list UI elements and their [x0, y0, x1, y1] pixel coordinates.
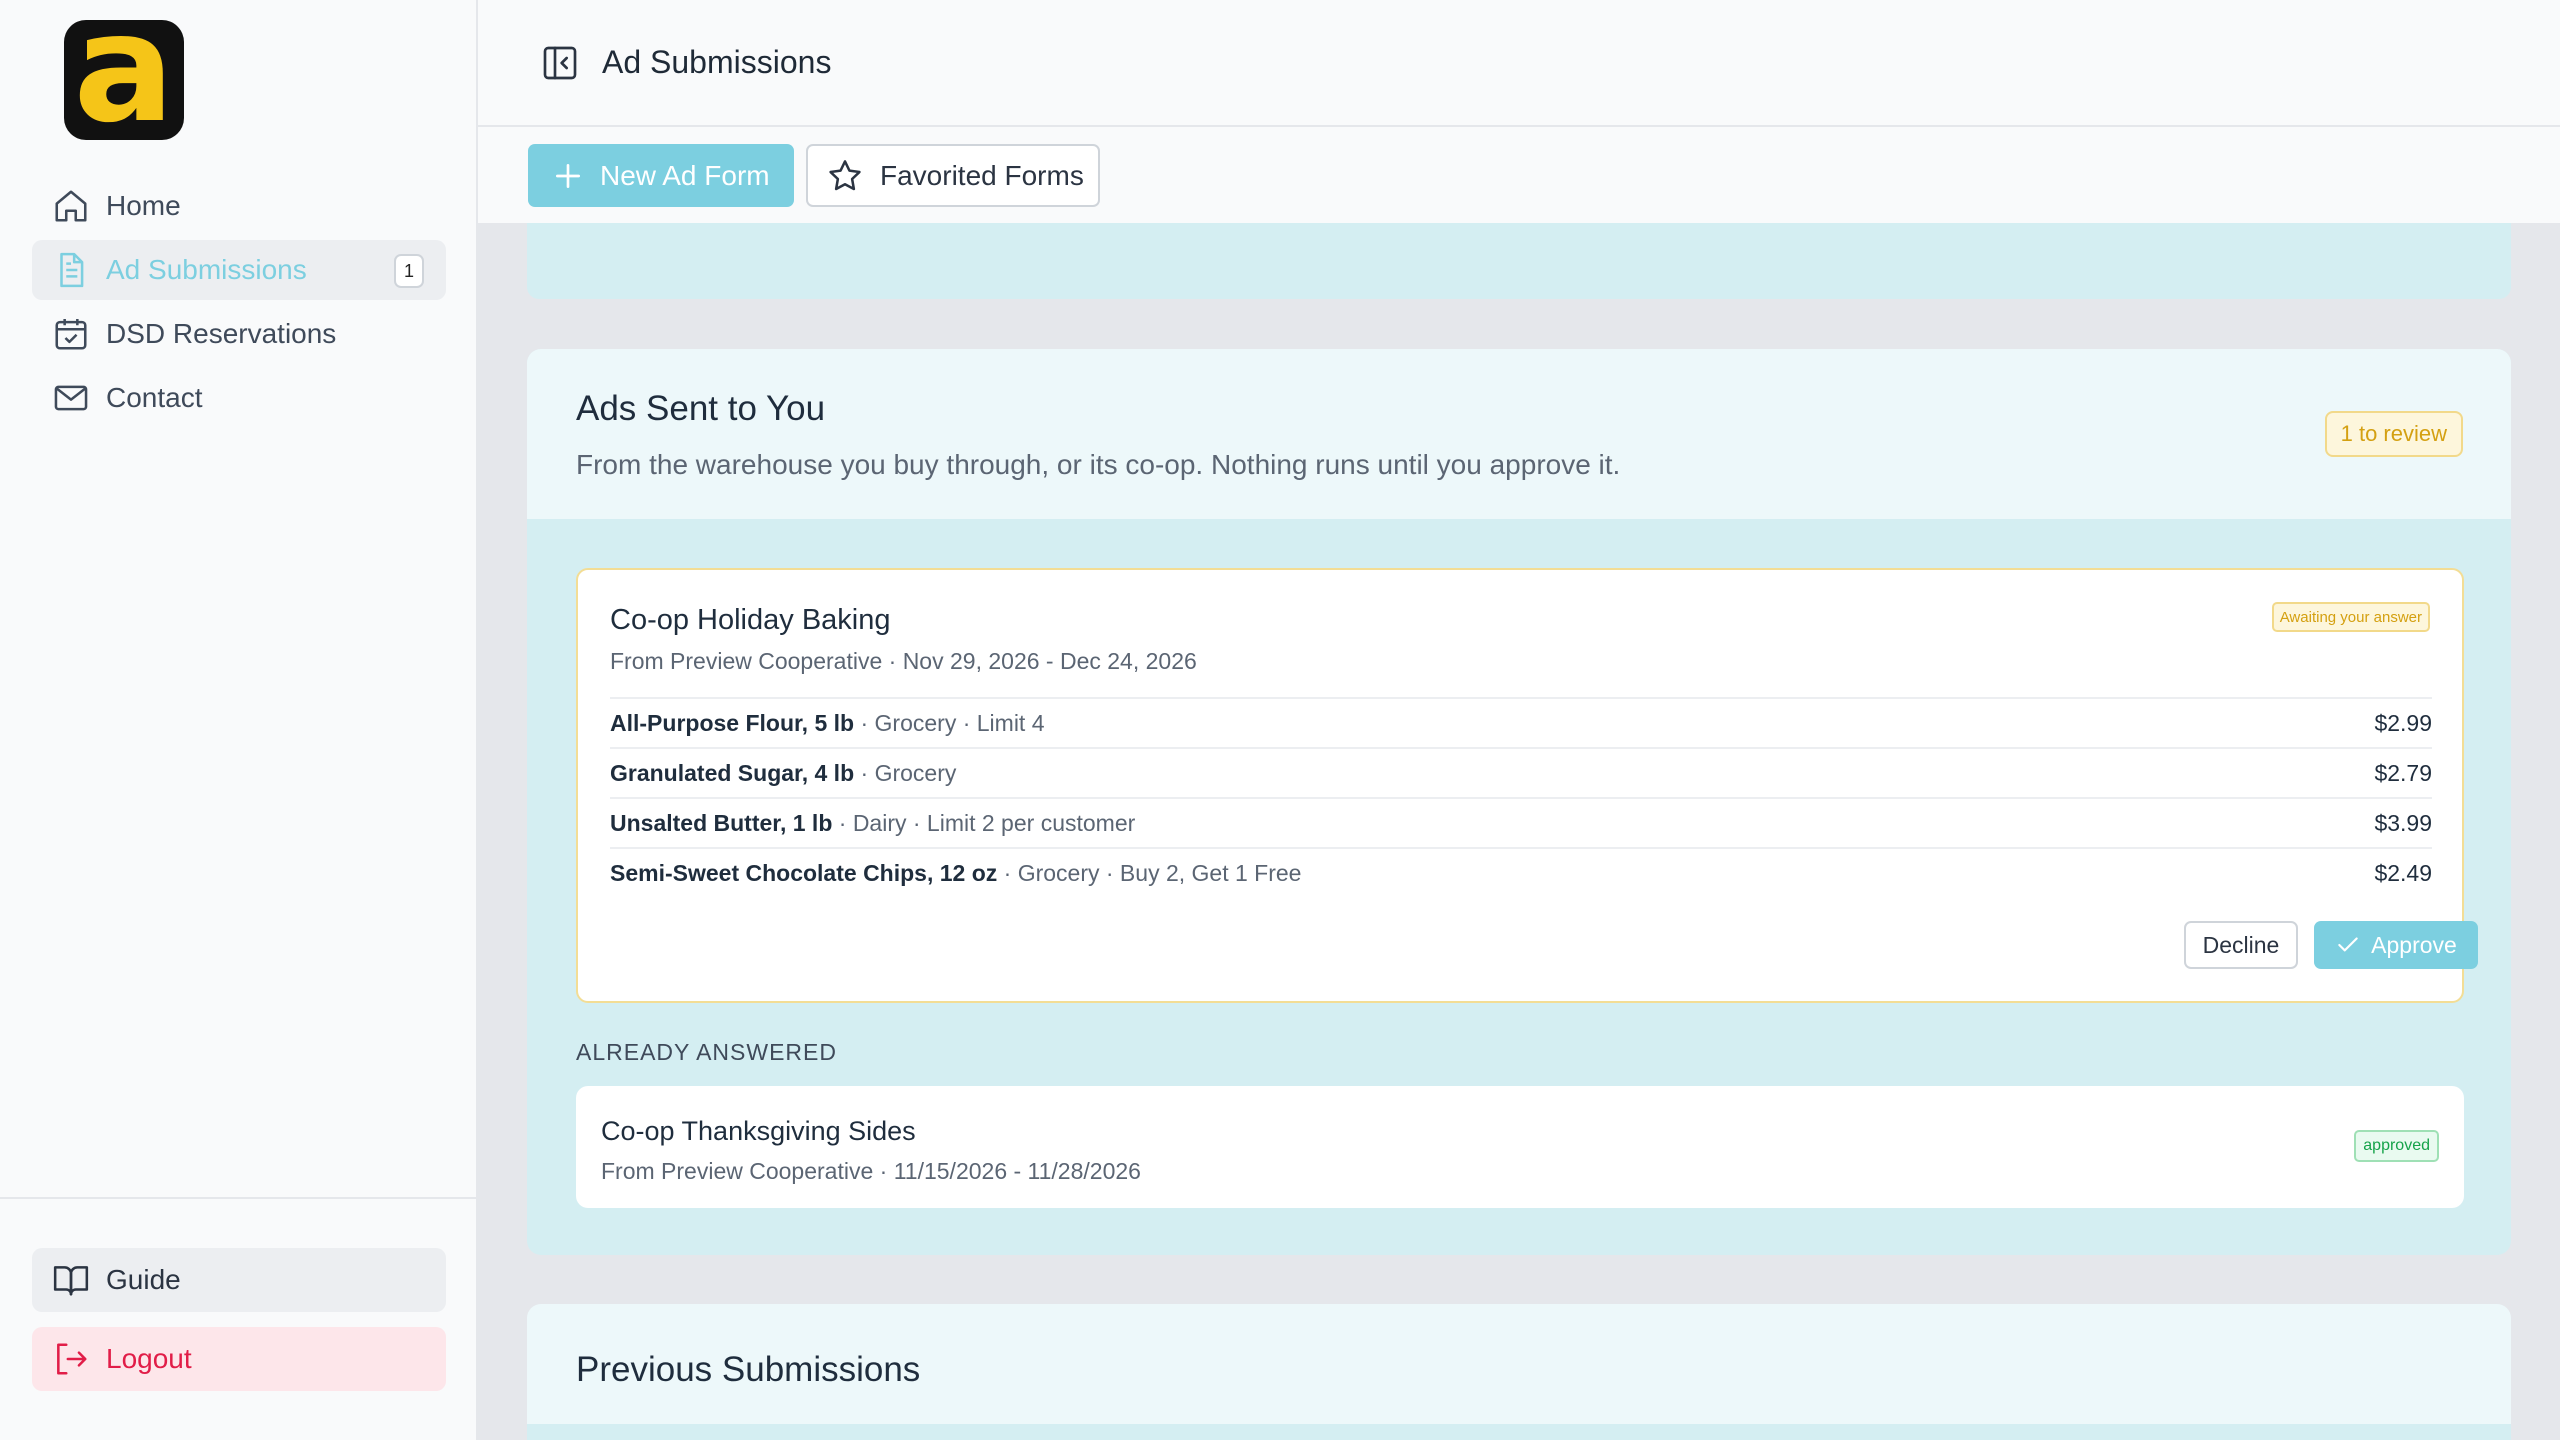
status-badge: approved [2354, 1130, 2439, 1162]
list-item: Unsalted Butter, 1 lb · Dairy · Limit 2 … [610, 797, 2432, 847]
ads-sent-title: Ads Sent to You [576, 389, 826, 428]
ad-subtitle: From Preview Cooperative · 11/15/2026 - … [601, 1158, 1141, 1184]
sidebar-divider [0, 1197, 476, 1199]
status-badge: Awaiting your answer [2271, 602, 2430, 632]
item-price: $2.49 [2374, 859, 2432, 886]
document-icon [52, 251, 90, 289]
item-name: Granulated Sugar, 4 lb [610, 759, 855, 786]
page-title: Ad Submissions [602, 44, 832, 80]
approve-button[interactable]: Approve [2314, 921, 2478, 969]
check-icon [2338, 937, 2358, 952]
favorited-forms-label: Favorited Forms [880, 159, 1084, 191]
guide-label: Guide [106, 1264, 181, 1295]
list-item: Granulated Sugar, 4 lb · Grocery $2.79 [610, 747, 2432, 797]
favorited-forms-button[interactable]: Favorited Forms [806, 144, 1100, 207]
collapsed-panel-strip [527, 223, 2511, 299]
sidebar-item-ad-submissions[interactable]: Ad Submissions 1 [32, 240, 446, 300]
item-details: · Grocery · Buy 2, Get 1 Free [997, 859, 1302, 886]
review-count-badge: 1 to review [2324, 411, 2463, 457]
item-name: All-Purpose Flour, 5 lb [610, 709, 855, 736]
list-item: Semi-Sweet Chocolate Chips, 12 oz · Groc… [610, 847, 2432, 897]
home-icon [52, 187, 90, 225]
approve-label: Approve [2371, 931, 2457, 958]
logout-label: Logout [106, 1343, 192, 1374]
sidebar-item-label: Contact [106, 382, 203, 413]
previous-submissions-card: Previous Submissions [527, 1304, 2511, 1440]
guide-button[interactable]: Guide [32, 1248, 446, 1312]
plus-icon [556, 163, 580, 188]
book-open-icon [53, 1266, 89, 1296]
new-ad-form-button[interactable]: New Ad Form [528, 144, 794, 207]
new-ad-form-label: New Ad Form [600, 159, 770, 191]
decline-button[interactable]: Decline [2184, 921, 2298, 969]
sidebar-item-contact[interactable]: Contact [32, 368, 446, 428]
previous-submissions-body [527, 1424, 2511, 1440]
ads-sent-header: Ads Sent to You From the warehouse you b… [527, 349, 2511, 519]
already-answered-heading: ALREADY ANSWERED [576, 1039, 837, 1065]
previous-submissions-title: Previous Submissions [576, 1350, 921, 1389]
answered-ad-card[interactable]: Co-op Thanksgiving Sides From Preview Co… [576, 1086, 2464, 1208]
logout-button[interactable]: Logout [32, 1327, 446, 1391]
sidebar: a Home Ad Submissions 1 DSD Reservations [0, 0, 478, 1440]
list-item: All-Purpose Flour, 5 lb · Grocery · Limi… [610, 697, 2432, 747]
ads-sent-subtitle: From the warehouse you buy through, or i… [576, 449, 1621, 480]
ad-subtitle: From Preview Cooperative · Nov 29, 2026 … [610, 648, 1197, 674]
ad-items-list: All-Purpose Flour, 5 lb · Grocery · Limi… [610, 697, 2432, 897]
ad-title: Co-op Thanksgiving Sides [601, 1116, 916, 1146]
mail-icon [52, 379, 90, 417]
sidebar-item-label: Ad Submissions [106, 254, 307, 285]
sidebar-item-label: Home [106, 190, 181, 221]
item-price: $2.79 [2374, 759, 2432, 786]
pending-ad-card: Co-op Holiday Baking From Preview Cooper… [576, 568, 2478, 1003]
star-icon [829, 159, 861, 190]
ads-sent-card: Ads Sent to You From the warehouse you b… [527, 349, 2511, 1255]
collapse-sidebar-icon[interactable] [540, 43, 580, 83]
count-badge: 1 [394, 254, 424, 288]
calendar-check-icon [52, 315, 90, 353]
logo-letter: a [73, 20, 175, 140]
item-name: Semi-Sweet Chocolate Chips, 12 oz [610, 859, 998, 886]
item-details: · Grocery · Limit 4 [854, 709, 1045, 736]
ad-title: Co-op Holiday Baking [610, 604, 891, 636]
sidebar-nav: Home Ad Submissions 1 DSD Reservations C… [32, 176, 446, 432]
sidebar-item-dsd-reservations[interactable]: DSD Reservations [32, 304, 446, 364]
item-price: $2.99 [2374, 709, 2432, 736]
item-name: Unsalted Butter, 1 lb [610, 809, 833, 836]
item-details: · Dairy · Limit 2 per customer [832, 809, 1136, 836]
item-price: $3.99 [2374, 809, 2432, 836]
app-logo[interactable]: a [64, 20, 184, 140]
toolbar: New Ad Form Favorited Forms [478, 127, 2560, 223]
item-details: · Grocery [854, 759, 957, 786]
page-header: Ad Submissions [478, 0, 2560, 127]
sidebar-item-label: DSD Reservations [106, 318, 337, 349]
logout-icon [57, 1343, 87, 1375]
sidebar-item-home[interactable]: Home [32, 176, 446, 236]
